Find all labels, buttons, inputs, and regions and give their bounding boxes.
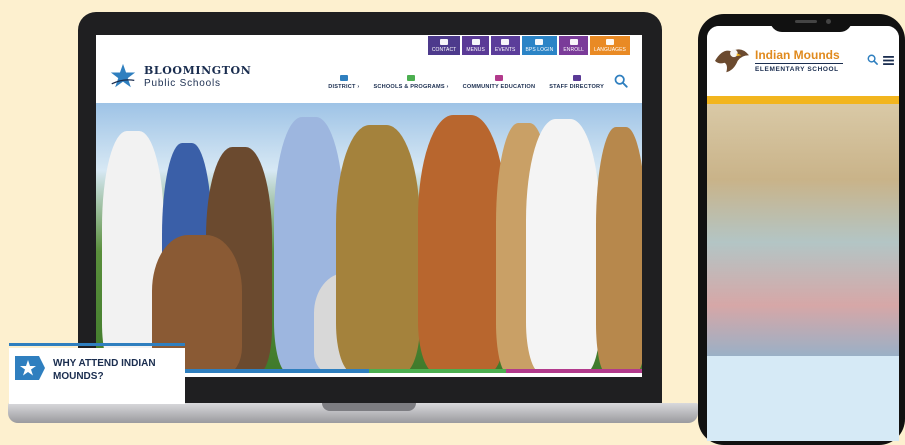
util-button-contact[interactable]: CONTACT	[427, 36, 461, 55]
nav-item-label: STAFF DIRECTORY	[549, 84, 604, 90]
enroll-icon	[569, 39, 578, 45]
nav-item-icon	[494, 75, 503, 81]
indian-mounds-mobile-site: Indian Mounds ELEMENTARY SCHOOL	[707, 26, 899, 441]
nav-item-2[interactable]: COMMUNITY EDUCATION	[463, 75, 536, 90]
hero-image-mascots	[96, 103, 642, 373]
logo-subtitle: Public Schools	[144, 77, 221, 89]
utensils-icon	[471, 39, 480, 45]
school-subtitle: ELEMENTARY SCHOOL	[755, 66, 839, 73]
stripe-segment	[369, 369, 506, 373]
hamburger-menu-icon[interactable]	[883, 56, 894, 65]
classroom-photo	[707, 104, 899, 356]
util-button-label: MENUS	[466, 47, 485, 53]
site-logo[interactable]: BLOOMINGTON Public Schools	[110, 63, 251, 89]
util-button-label: CONTACT	[431, 47, 457, 53]
nav-item-icon	[339, 75, 348, 81]
util-button-events[interactable]: EVENTS	[490, 36, 520, 55]
why-attend-text: WHY ATTEND INDIAN MOUNDS?	[53, 358, 156, 382]
nav-item-icon	[572, 75, 581, 81]
cta-top-border	[9, 343, 185, 346]
util-button-label: BPS LOGIN	[525, 47, 554, 53]
util-button-label: EVENTS	[494, 47, 516, 53]
search-icon[interactable]	[614, 74, 628, 88]
key-icon	[535, 39, 544, 45]
nav-item-label: SCHOOLS & PROGRAMS ›	[373, 84, 449, 90]
util-button-label: LANGUAGES	[593, 47, 626, 53]
stripe-segment	[232, 369, 369, 373]
util-button-bps-login[interactable]: BPS LOGIN	[521, 36, 558, 55]
eagle-logo-icon	[715, 49, 749, 73]
util-button-menus[interactable]: MENUS	[462, 36, 489, 55]
laptop-notch	[322, 403, 416, 411]
stripe-segment	[505, 369, 642, 373]
phone-camera	[826, 19, 831, 24]
phone-notch	[770, 14, 852, 32]
logo-title: BLOOMINGTON	[144, 63, 252, 77]
globe-icon	[605, 39, 614, 45]
main-nav: DISTRICT › SCHOOLS & PROGRAMS › COMMUNITY …	[328, 75, 604, 90]
nav-item-0[interactable]: DISTRICT ›	[328, 75, 359, 90]
util-button-label: ENROLL	[563, 47, 584, 53]
nav-item-3[interactable]: STAFF DIRECTORY	[549, 75, 604, 90]
bloomington-website: CONTACT MENUS EVENTS BPS LOGIN ENROLL LANGUAG…	[96, 35, 642, 377]
calendar-icon	[501, 39, 510, 45]
utility-bar: CONTACT MENUS EVENTS BPS LOGIN ENROLL LANGUAG…	[427, 36, 630, 55]
nav-item-1[interactable]: SCHOOLS & PROGRAMS ›	[373, 75, 448, 90]
util-button-enroll[interactable]: ENROLL	[559, 36, 588, 55]
util-button-languages[interactable]: LANGUAGES	[589, 36, 630, 55]
title-underline	[755, 63, 843, 64]
chat-icon	[440, 39, 449, 45]
search-icon[interactable]	[867, 54, 878, 65]
mobile-header: Indian Mounds ELEMENTARY SCHOOL	[707, 26, 899, 96]
yellow-accent-bar	[707, 96, 899, 104]
nav-item-icon	[407, 75, 416, 81]
star-badge-icon	[15, 356, 45, 380]
nav-item-label: COMMUNITY EDUCATION	[462, 84, 536, 90]
star-logo-icon	[110, 63, 136, 88]
school-name: Indian Mounds	[755, 48, 840, 62]
nav-item-label: DISTRICT ›	[328, 84, 360, 90]
why-attend-card[interactable]: WHY ATTEND INDIAN MOUNDS?	[9, 348, 185, 404]
phone-speaker	[795, 20, 817, 23]
cta-section	[707, 356, 899, 441]
